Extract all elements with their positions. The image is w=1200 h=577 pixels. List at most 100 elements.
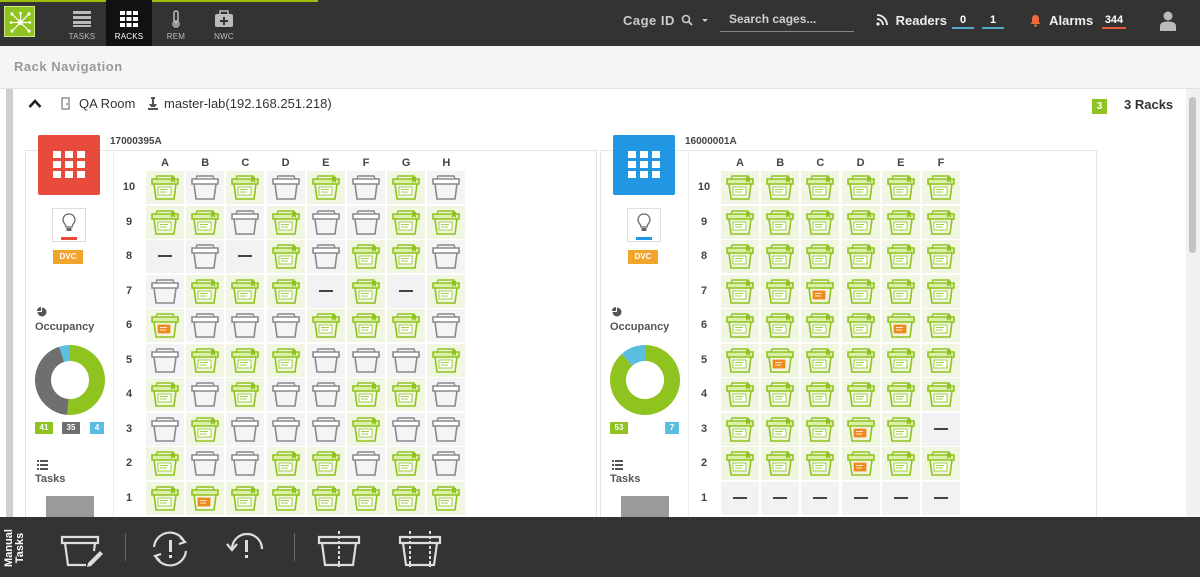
cage-unassigned[interactable] (266, 378, 305, 411)
cage-occupied[interactable] (922, 240, 960, 273)
collapse-chevron-icon[interactable] (28, 97, 42, 111)
cage-unassigned[interactable] (306, 205, 345, 239)
search-box[interactable] (720, 8, 854, 32)
cage-occupied[interactable] (387, 171, 426, 204)
cage-alert[interactable] (186, 481, 225, 515)
cage-occupied[interactable] (721, 343, 759, 377)
cage-occupied[interactable] (347, 274, 385, 308)
readers-indicator[interactable]: Readers (876, 13, 947, 28)
nav-nwc[interactable]: NWC (201, 0, 247, 46)
cage-unassigned[interactable] (266, 171, 305, 204)
cage-unassigned[interactable] (427, 240, 466, 273)
cage-occupied[interactable] (306, 447, 345, 480)
cage-unassigned[interactable] (306, 378, 345, 411)
cage-occupied[interactable] (387, 378, 426, 411)
nav-tasks[interactable]: TASKS (59, 0, 105, 46)
cage-occupied[interactable] (387, 240, 426, 273)
cage-occupied[interactable] (226, 171, 265, 204)
app-logo[interactable] (4, 6, 35, 37)
cage-occupied[interactable] (186, 205, 225, 239)
cage-unassigned[interactable] (306, 343, 345, 377)
cage-alert[interactable] (841, 447, 880, 480)
cage-occupied[interactable] (922, 447, 960, 480)
light-toggle-button[interactable] (627, 208, 661, 242)
cage-occupied[interactable] (721, 171, 759, 204)
cage-occupied[interactable] (881, 447, 920, 480)
cage-occupied[interactable] (761, 447, 800, 480)
alarms-indicator[interactable]: Alarms (1030, 13, 1093, 28)
cage-unassigned[interactable] (347, 205, 385, 239)
cage-occupied[interactable] (801, 171, 840, 204)
cage-occupied[interactable] (266, 274, 305, 308)
cage-occupied[interactable] (801, 205, 840, 239)
cage-alert[interactable] (881, 309, 920, 342)
cage-slot-empty[interactable] (721, 481, 759, 515)
cage-occupied[interactable] (922, 171, 960, 204)
cage-occupied[interactable] (721, 205, 759, 239)
cage-occupied[interactable] (841, 240, 880, 273)
cage-occupied[interactable] (922, 274, 960, 308)
cage-occupied[interactable] (801, 447, 840, 480)
cage-occupied[interactable] (146, 447, 184, 480)
cage-unassigned[interactable] (226, 412, 265, 446)
cage-unassigned[interactable] (146, 343, 184, 377)
cage-unassigned[interactable] (266, 309, 305, 342)
cage-unassigned[interactable] (387, 343, 426, 377)
cage-occupied[interactable] (186, 412, 225, 446)
cage-unassigned[interactable] (347, 447, 385, 480)
readers-count-1[interactable]: 1 (982, 14, 1004, 29)
cage-occupied[interactable] (347, 412, 385, 446)
cage-occupied[interactable] (146, 378, 184, 411)
cage-occupied[interactable] (801, 240, 840, 273)
cage-slot-empty[interactable] (761, 481, 800, 515)
cage-unassigned[interactable] (146, 274, 184, 308)
cage-unassigned[interactable] (347, 343, 385, 377)
nav-racks[interactable]: RACKS (106, 0, 152, 46)
cage-occupied[interactable] (801, 309, 840, 342)
cage-occupied[interactable] (801, 343, 840, 377)
cage-unassigned[interactable] (186, 171, 225, 204)
cage-occupied[interactable] (226, 343, 265, 377)
cage-occupied[interactable] (881, 343, 920, 377)
cage-occupied[interactable] (881, 412, 920, 446)
cage-occupied[interactable] (387, 481, 426, 515)
cage-unassigned[interactable] (306, 412, 345, 446)
cage-occupied[interactable] (387, 309, 426, 342)
cage-occupied[interactable] (881, 274, 920, 308)
cage-occupied[interactable] (347, 309, 385, 342)
cage-occupied[interactable] (922, 205, 960, 239)
cage-occupied[interactable] (721, 309, 759, 342)
cage-occupied[interactable] (306, 481, 345, 515)
cage-occupied[interactable] (841, 171, 880, 204)
cage-slot-empty[interactable] (922, 481, 960, 515)
cage-slot-empty[interactable] (306, 274, 345, 308)
cage-occupied[interactable] (841, 343, 880, 377)
cage-slot-empty[interactable] (387, 274, 426, 308)
cage-slot-empty[interactable] (841, 481, 880, 515)
cage-occupied[interactable] (922, 378, 960, 411)
cage-slot-empty[interactable] (146, 240, 184, 273)
rack-color-icon[interactable] (613, 135, 675, 195)
sync-alert-icon[interactable] (146, 527, 194, 569)
task-card[interactable] (621, 496, 669, 518)
cage-occupied[interactable] (881, 240, 920, 273)
cage-alert[interactable] (841, 412, 880, 446)
cage-slot-empty[interactable] (801, 481, 840, 515)
cage-unassigned[interactable] (347, 171, 385, 204)
cage-occupied[interactable] (841, 378, 880, 411)
cage-occupied[interactable] (881, 171, 920, 204)
cage-occupied[interactable] (146, 205, 184, 239)
cage-occupied[interactable] (347, 481, 385, 515)
cage-occupied[interactable] (841, 205, 880, 239)
cage-occupied[interactable] (146, 171, 184, 204)
cage-occupied[interactable] (761, 378, 800, 411)
cage-occupied[interactable] (721, 240, 759, 273)
cage-occupied[interactable] (266, 240, 305, 273)
cage-occupied[interactable] (761, 240, 800, 273)
user-icon[interactable] (1160, 11, 1176, 31)
cage-occupied[interactable] (841, 309, 880, 342)
cage-unassigned[interactable] (427, 171, 466, 204)
nav-rem[interactable]: REM (153, 0, 199, 46)
cage-unassigned[interactable] (226, 447, 265, 480)
cage-unassigned[interactable] (146, 412, 184, 446)
